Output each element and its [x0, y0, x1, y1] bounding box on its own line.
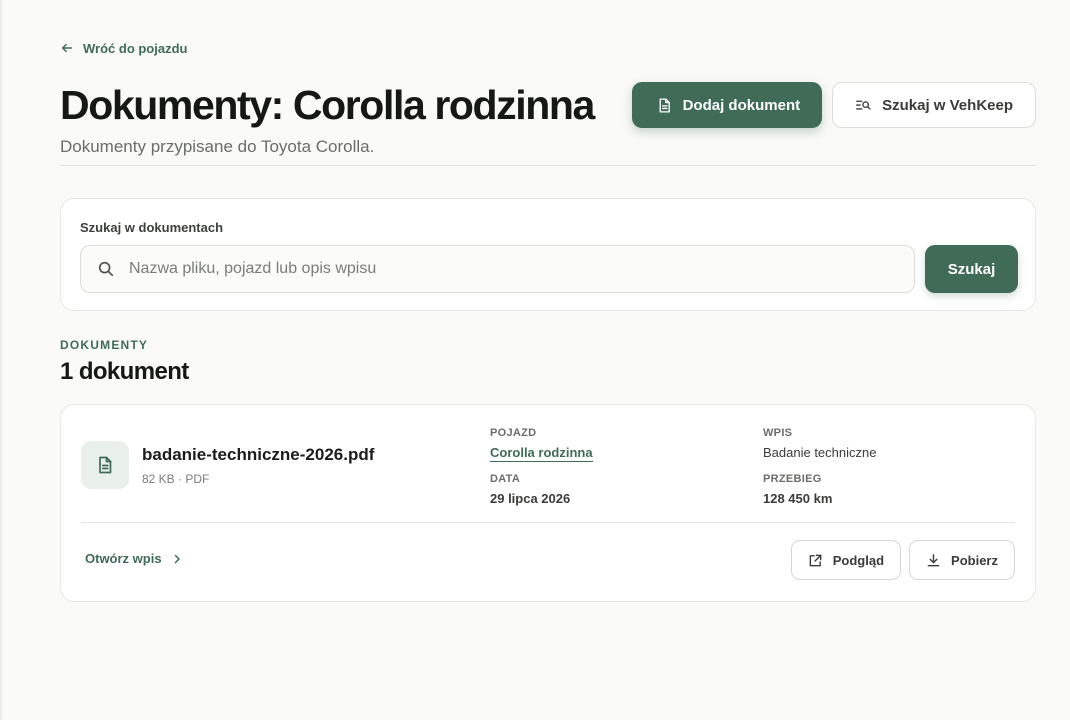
- date-value: 29 lipca 2026: [490, 491, 571, 506]
- search-card: Szukaj w dokumentach Szukaj: [60, 198, 1036, 311]
- search-label: Szukaj w dokumentach: [80, 220, 224, 235]
- arrow-left-icon: [61, 43, 73, 53]
- list-search-icon: [856, 100, 871, 110]
- search-vehkeep-button[interactable]: Szukaj w VehKeep: [832, 82, 1036, 128]
- page-subtitle: Dokumenty przypisane do Toyota Corolla.: [60, 137, 375, 156]
- download-icon: [927, 553, 940, 566]
- search-icon: [98, 261, 114, 277]
- documents-page: Wróć do pojazdu Dokumenty: Corolla rodzi…: [60, 38, 1036, 602]
- entry-value: Badanie techniczne: [763, 445, 877, 460]
- download-button[interactable]: Pobierz: [909, 540, 1015, 580]
- search-vehkeep-label: Szukaj w VehKeep: [882, 96, 1013, 114]
- window-left-edge: [0, 0, 2, 720]
- section-eyebrow: DOKUMENTY: [60, 338, 149, 352]
- entry-label: WPIS: [763, 427, 793, 439]
- search-field[interactable]: [80, 245, 915, 293]
- document-actions: Podgląd Pobierz: [790, 540, 1015, 580]
- file-name: badanie-techniczne-2026.pdf: [142, 445, 375, 464]
- date-label: DATA: [490, 473, 521, 485]
- chevron-right-icon: [174, 554, 180, 563]
- document-icon: [659, 97, 670, 113]
- back-to-vehicle-link[interactable]: Wróć do pojazdu: [60, 38, 1036, 58]
- document-card: badanie-techniczne-2026.pdf 82 KB · PDF …: [60, 404, 1036, 602]
- search-button[interactable]: Szukaj: [925, 245, 1018, 293]
- mileage-value: 128 450 km: [763, 491, 833, 506]
- back-link-label: Wróć do pojazdu: [83, 40, 188, 56]
- mileage-label: PRZEBIEG: [763, 473, 822, 485]
- preview-button[interactable]: Podgląd: [790, 540, 902, 580]
- page-header: Dokumenty: Corolla rodzinna Dokumenty pr…: [60, 58, 1036, 156]
- search-input[interactable]: [129, 260, 889, 278]
- documents-count-title: 1 dokument: [60, 358, 189, 385]
- open-entry-label: Otwórz wpis: [85, 551, 162, 566]
- add-document-button[interactable]: Dodaj dokument: [631, 82, 823, 128]
- file-meta: 82 KB · PDF: [142, 472, 210, 486]
- open-entry-link[interactable]: Otwórz wpis: [85, 551, 182, 566]
- vehicle-label: POJAZD: [490, 427, 537, 439]
- page-title: Dokumenty: Corolla rodzinna: [60, 82, 595, 128]
- header-actions: Dodaj dokument Szukaj w VehKeep: [631, 82, 1036, 128]
- header-divider: [60, 165, 1036, 166]
- preview-label: Podgląd: [832, 552, 885, 568]
- file-text-icon: [99, 456, 112, 474]
- file-icon-box: [81, 441, 129, 489]
- external-link-icon: [809, 554, 822, 566]
- vehicle-link[interactable]: Corolla rodzinna: [490, 445, 593, 462]
- vehicle-value: Corolla rodzinna: [490, 445, 593, 462]
- download-label: Pobierz: [951, 552, 998, 568]
- card-divider: [81, 522, 1015, 523]
- add-document-label: Dodaj dokument: [682, 96, 801, 114]
